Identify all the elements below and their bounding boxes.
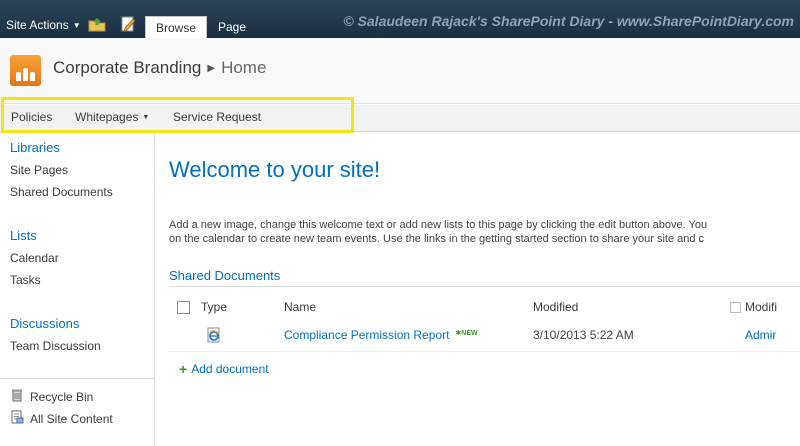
site-actions-menu[interactable]: Site Actions ▼ [6,18,81,32]
column-header-modified[interactable]: Modified [533,300,578,314]
breadcrumb-arrow-icon: ▶ [207,62,216,74]
row-divider [169,351,800,352]
column-header-type[interactable]: Type [201,300,227,314]
quick-launch-shared-documents[interactable]: Shared Documents [10,185,113,199]
quick-launch-libraries-heading[interactable]: Libraries [10,140,60,155]
edit-page-icon[interactable] [120,16,138,32]
table-row: Compliance Permission Report ✱NEW [284,328,478,342]
page-title: Welcome to your site! [169,157,381,182]
tab-browse[interactable]: Browse [145,16,207,38]
web-part-title-divider [169,286,800,287]
main-content: Welcome to your site! Add a new image, c… [156,133,800,446]
quick-launch-divider [0,378,154,379]
add-document-button[interactable]: + Add document [179,361,269,377]
column-filter-checkbox[interactable] [730,301,741,313]
tab-page[interactable]: Page [208,16,256,38]
site-actions-label: Site Actions [6,18,69,32]
quick-launch-lists-heading[interactable]: Lists [10,228,37,243]
quick-launch-discussions-heading[interactable]: Discussions [10,316,79,331]
chevron-down-icon: ▼ [72,20,81,30]
welcome-text-line: on the calendar to create new team event… [169,233,705,245]
breadcrumb: Corporate Branding ▶ Home [53,58,266,78]
navigate-up-icon[interactable] [88,16,106,32]
quick-launch-tasks[interactable]: Tasks [10,273,41,287]
quick-launch-calendar[interactable]: Calendar [10,251,59,265]
add-document-label: Add document [191,362,269,376]
site-content-icon [10,410,24,427]
nav-highlight-box [1,97,354,133]
quick-launch-team-discussion[interactable]: Team Discussion [10,339,101,353]
breadcrumb-current-page: Home [221,58,267,77]
quick-launch-site-pages[interactable]: Site Pages [10,163,68,177]
quick-launch-recycle-bin[interactable]: Recycle Bin [10,388,93,405]
modified-date: 3/10/2013 5:22 AM [533,328,634,342]
quick-launch-all-site-content[interactable]: All Site Content [10,410,113,427]
plus-icon: + [179,361,188,377]
select-all-checkbox[interactable] [177,301,190,317]
column-header-name[interactable]: Name [284,300,316,314]
welcome-text-line: Add a new image, change this welcome tex… [169,219,708,231]
recycle-bin-icon [10,388,24,405]
watermark-text: © Salaudeen Rajack's SharePoint Diary - … [343,13,794,29]
ie-document-icon[interactable] [206,327,222,346]
column-header-modified-by[interactable]: Modifi [730,300,777,314]
site-content-label: All Site Content [30,411,113,426]
document-link[interactable]: Compliance Permission Report [284,328,449,342]
ribbon-bar: Site Actions ▼ Browse Page © Salaudeen R… [0,0,800,38]
column-header-modified-by-label: Modifi [745,300,778,314]
site-title-link[interactable]: Corporate Branding [53,58,201,78]
new-badge: ✱NEW [455,330,478,337]
web-part-title-shared-documents[interactable]: Shared Documents [169,268,280,283]
recycle-bin-label: Recycle Bin [30,389,94,404]
site-logo-icon[interactable] [10,55,41,86]
modified-by-link[interactable]: Admir [745,328,776,342]
welcome-text: Add a new image, change this welcome tex… [169,218,800,246]
quick-launch: Libraries Site Pages Shared Documents Li… [0,133,155,446]
title-area: Corporate Branding ▶ Home [0,38,800,104]
